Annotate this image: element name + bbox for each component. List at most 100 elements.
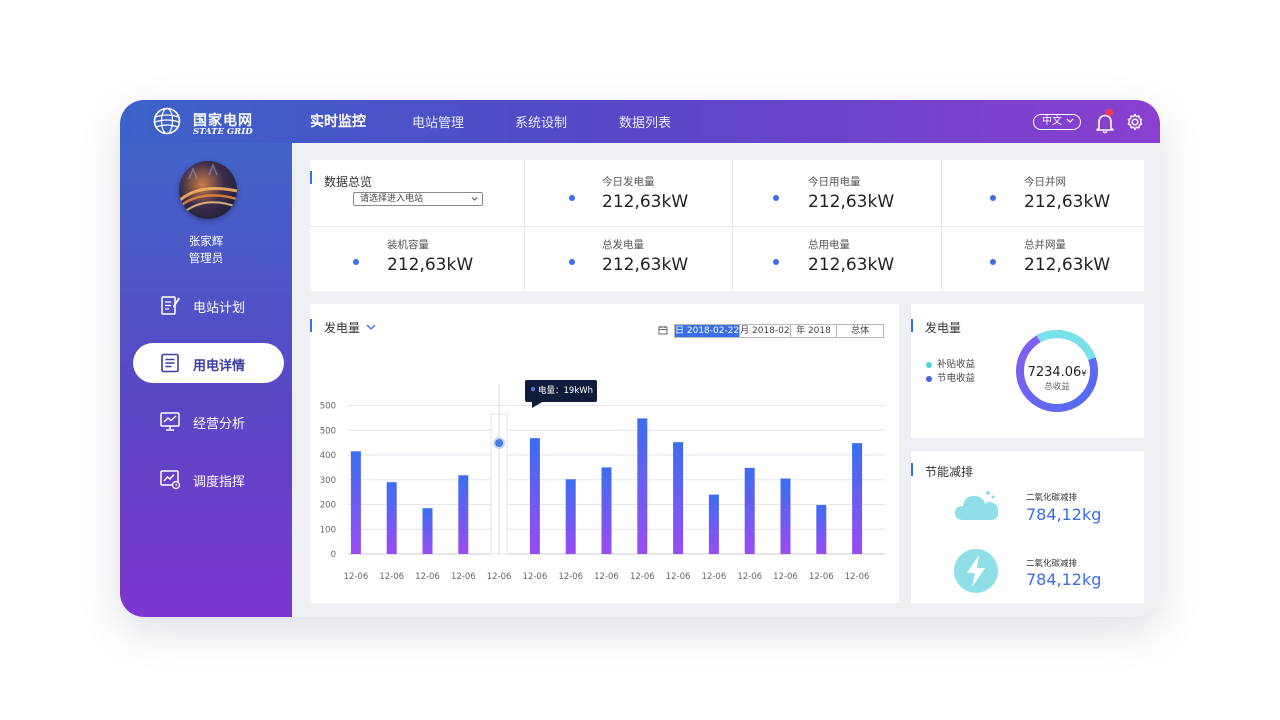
- x-tick-label: 12-06: [487, 572, 512, 582]
- bar[interactable]: [637, 418, 648, 554]
- generation-bar-chart: 12-06 12-06 12-06 12-06 12-06 12-06 12-06 12-06…: [320, 384, 885, 582]
- sidebar-item-label: 电站计划: [193, 301, 246, 316]
- data-overview-card: 数据总览 请选择进入电站 今日发电量 212,63kW 今日用电量 212,63…: [310, 160, 1144, 291]
- bar[interactable]: [744, 467, 755, 554]
- bar[interactable]: [350, 451, 361, 554]
- stat-label: 总发电量: [602, 239, 644, 251]
- station-select[interactable]: 请选择进入电站: [353, 192, 483, 206]
- bar[interactable]: [386, 482, 397, 554]
- avatar-image: [179, 162, 237, 214]
- section-accent-bar: [911, 463, 913, 476]
- y-tick-label: 500: [320, 402, 336, 412]
- chevron-down-icon[interactable]: [366, 323, 376, 331]
- bar[interactable]: [601, 467, 612, 554]
- tooltip-dot: [531, 387, 535, 391]
- bar[interactable]: [565, 479, 576, 554]
- date-tab-day[interactable]: 日 2018-02-22: [675, 325, 741, 337]
- sidebar-item-label: 经营分析: [193, 417, 246, 432]
- overview-title: 数据总览: [324, 175, 373, 189]
- saving-item-label: 二氧化碳减排: [1026, 559, 1078, 569]
- energy-saving-title: 节能减排: [925, 465, 974, 479]
- stat-dot: [990, 195, 996, 201]
- stat-label: 总用电量: [808, 239, 850, 251]
- language-select[interactable]: 中文: [1033, 114, 1081, 130]
- date-tab-year[interactable]: 年 2018: [791, 325, 838, 337]
- user-name: 张家辉: [188, 234, 224, 248]
- top-navigation-bar: 国家电网 STATE GRID 实时监控 电站管理 系统设制 数据列表 中文: [120, 100, 1160, 143]
- stat-dot: [569, 259, 575, 265]
- stat-total-generation: 总发电量 212,63kW: [524, 227, 732, 291]
- y-tick-label: 200: [320, 501, 336, 511]
- sidebar: 张家辉 管理员 电站计划 用电详情 经营分析 调度指挥: [120, 143, 292, 617]
- bar[interactable]: [422, 508, 433, 554]
- x-tick-label: 12-06: [845, 572, 870, 582]
- section-accent-bar: [310, 171, 312, 184]
- legend-subsidy: 补贴收益: [926, 356, 975, 370]
- tab-data-list[interactable]: 数据列表: [619, 112, 671, 131]
- stat-total-consumption: 总用电量 212,63kW: [732, 227, 941, 291]
- x-tick-label: 12-06: [630, 572, 655, 582]
- bar[interactable]: [529, 438, 540, 554]
- x-tick-label: 12-06: [415, 572, 440, 582]
- bar[interactable]: [780, 478, 791, 554]
- stat-dot: [773, 259, 779, 265]
- stat-value: 212,63kW: [1024, 255, 1111, 275]
- stat-value: 212,63kW: [808, 192, 895, 212]
- sidebar-item-station-plan[interactable]: 电站计划: [133, 285, 284, 325]
- chart-title: 发电量: [324, 321, 361, 335]
- x-tick-label: 12-06: [344, 572, 369, 582]
- section-accent-bar: [911, 319, 913, 332]
- stat-value: 212,63kW: [602, 255, 689, 275]
- stat-label: 今日发电量: [602, 176, 655, 188]
- sidebar-item-dispatch-command[interactable]: 调度指挥: [133, 459, 284, 499]
- date-tab-month[interactable]: 月 2018-02: [740, 325, 791, 337]
- stat-label: 今日用电量: [808, 176, 861, 188]
- x-tick-label: 12-06: [809, 572, 834, 582]
- bar[interactable]: [458, 475, 469, 554]
- language-label: 中文: [1042, 116, 1062, 127]
- saving-item-value: 784,12kg: [1026, 505, 1102, 524]
- calendar-icon[interactable]: [658, 325, 668, 335]
- dispatch-chart-icon: [160, 470, 181, 490]
- bar[interactable]: [673, 442, 684, 554]
- tab-realtime-monitor[interactable]: 实时监控: [310, 111, 366, 131]
- stat-value: 212,63kW: [387, 255, 474, 275]
- legend-label: 补贴收益: [937, 359, 976, 370]
- stat-dot: [569, 195, 575, 201]
- cloud-icon: [955, 491, 999, 520]
- legend-dot: [926, 375, 932, 382]
- stat-label: 装机容量: [387, 239, 429, 251]
- bar[interactable]: [816, 504, 827, 554]
- stat-today-consumption: 今日用电量 212,63kW: [732, 160, 941, 224]
- y-tick-label: 0: [331, 550, 336, 560]
- state-grid-logo[interactable]: 国家电网 STATE GRID: [153, 107, 263, 137]
- document-list-icon: [161, 353, 179, 373]
- sidebar-item-business-analysis[interactable]: 经营分析: [133, 401, 284, 441]
- bell-icon[interactable]: [1095, 112, 1115, 134]
- donut-center-value: 7234.06¥: [1015, 361, 1099, 380]
- stat-total-grid: 总并网量 212,63kW: [941, 227, 1144, 291]
- legend-saving: 节电收益: [926, 370, 975, 384]
- gear-icon[interactable]: [1126, 113, 1144, 131]
- date-tab-total[interactable]: 总体: [837, 325, 883, 337]
- bar[interactable]: [708, 494, 719, 554]
- tab-system-settings[interactable]: 系统设制: [515, 112, 567, 131]
- x-tick-label: 12-06: [558, 572, 583, 582]
- hover-point[interactable]: [493, 437, 506, 449]
- generation-chart-card: 发电量 日 2018-02-22 月 2018-02 年 2018 总体 12-…: [310, 304, 899, 603]
- saving-item-value: 784,12kg: [1026, 570, 1102, 589]
- bar[interactable]: [852, 443, 863, 554]
- sidebar-item-power-details[interactable]: 用电详情: [133, 343, 284, 383]
- user-role: 管理员: [188, 251, 224, 265]
- y-tick-label: 300: [320, 476, 336, 486]
- stat-dot: [990, 259, 996, 265]
- globe-logo-icon: [153, 107, 181, 135]
- tooltip-text: 电量：19kWh: [538, 386, 594, 396]
- tab-station-management[interactable]: 电站管理: [412, 112, 464, 131]
- x-tick-label: 12-06: [594, 572, 619, 582]
- tooltip-pointer: [532, 401, 544, 408]
- legend-label: 节电收益: [937, 373, 976, 384]
- avatar[interactable]: [179, 161, 237, 219]
- x-tick-label: 12-06: [666, 572, 691, 582]
- stat-value: 212,63kW: [808, 255, 895, 275]
